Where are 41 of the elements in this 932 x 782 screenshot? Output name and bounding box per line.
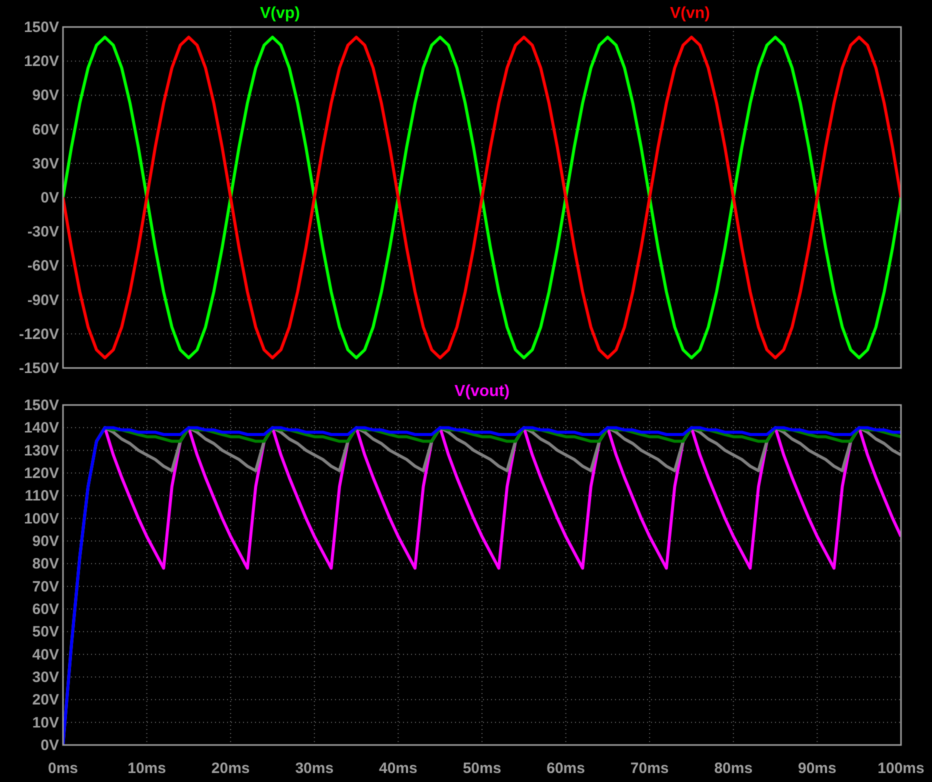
axis-label: 20V: [32, 692, 59, 709]
trace-label[interactable]: V(vn): [670, 5, 710, 22]
axis-label: -60V: [27, 258, 59, 275]
axis-label: 40ms: [379, 760, 418, 777]
axis-label: 80V: [32, 556, 59, 573]
axis-label: 60V: [32, 121, 59, 138]
axis-label: 0ms: [48, 760, 78, 777]
axis-label: 30V: [32, 155, 59, 172]
axis-label: 60ms: [546, 760, 585, 777]
axis-label: 120V: [24, 465, 59, 482]
axis-label: 50ms: [462, 760, 502, 777]
axis-label: 70V: [32, 578, 59, 596]
axis-label: 0V: [40, 190, 59, 206]
axis-label: -150V: [18, 360, 59, 375]
axis-label: 140V: [24, 420, 59, 437]
axis-label: 90ms: [798, 760, 836, 777]
trace-label[interactable]: V(vp): [260, 5, 300, 22]
axis-label: -90V: [27, 292, 59, 309]
axis-label: 30V: [32, 669, 59, 686]
axis-label: 70ms: [630, 760, 669, 777]
trace-label[interactable]: V(vout): [454, 383, 510, 400]
axis-label: 10V: [32, 714, 59, 732]
axis-label: 50V: [32, 624, 59, 641]
axis-label: 110V: [24, 488, 59, 505]
axis-label: 100V: [24, 510, 59, 528]
axis-label: 10ms: [128, 760, 166, 777]
axis-label: 60V: [32, 601, 59, 618]
axis-label: 130V: [24, 442, 59, 460]
axis-label: -30V: [27, 224, 59, 241]
axis-label: 80ms: [714, 760, 753, 777]
axis-label: 40V: [32, 646, 59, 664]
axis-label: 0V: [40, 737, 59, 754]
axis-label: 20ms: [211, 760, 250, 777]
axis-label: 30ms: [295, 760, 334, 777]
axis-label: 90V: [32, 533, 59, 550]
axis-label: -120V: [18, 326, 59, 343]
axis-label: 120V: [24, 53, 59, 70]
axis-label: 90V: [32, 87, 59, 104]
axis-label: 150V: [24, 19, 59, 36]
axis-label: 150V: [24, 397, 59, 414]
axis-label: 100ms: [878, 760, 924, 777]
